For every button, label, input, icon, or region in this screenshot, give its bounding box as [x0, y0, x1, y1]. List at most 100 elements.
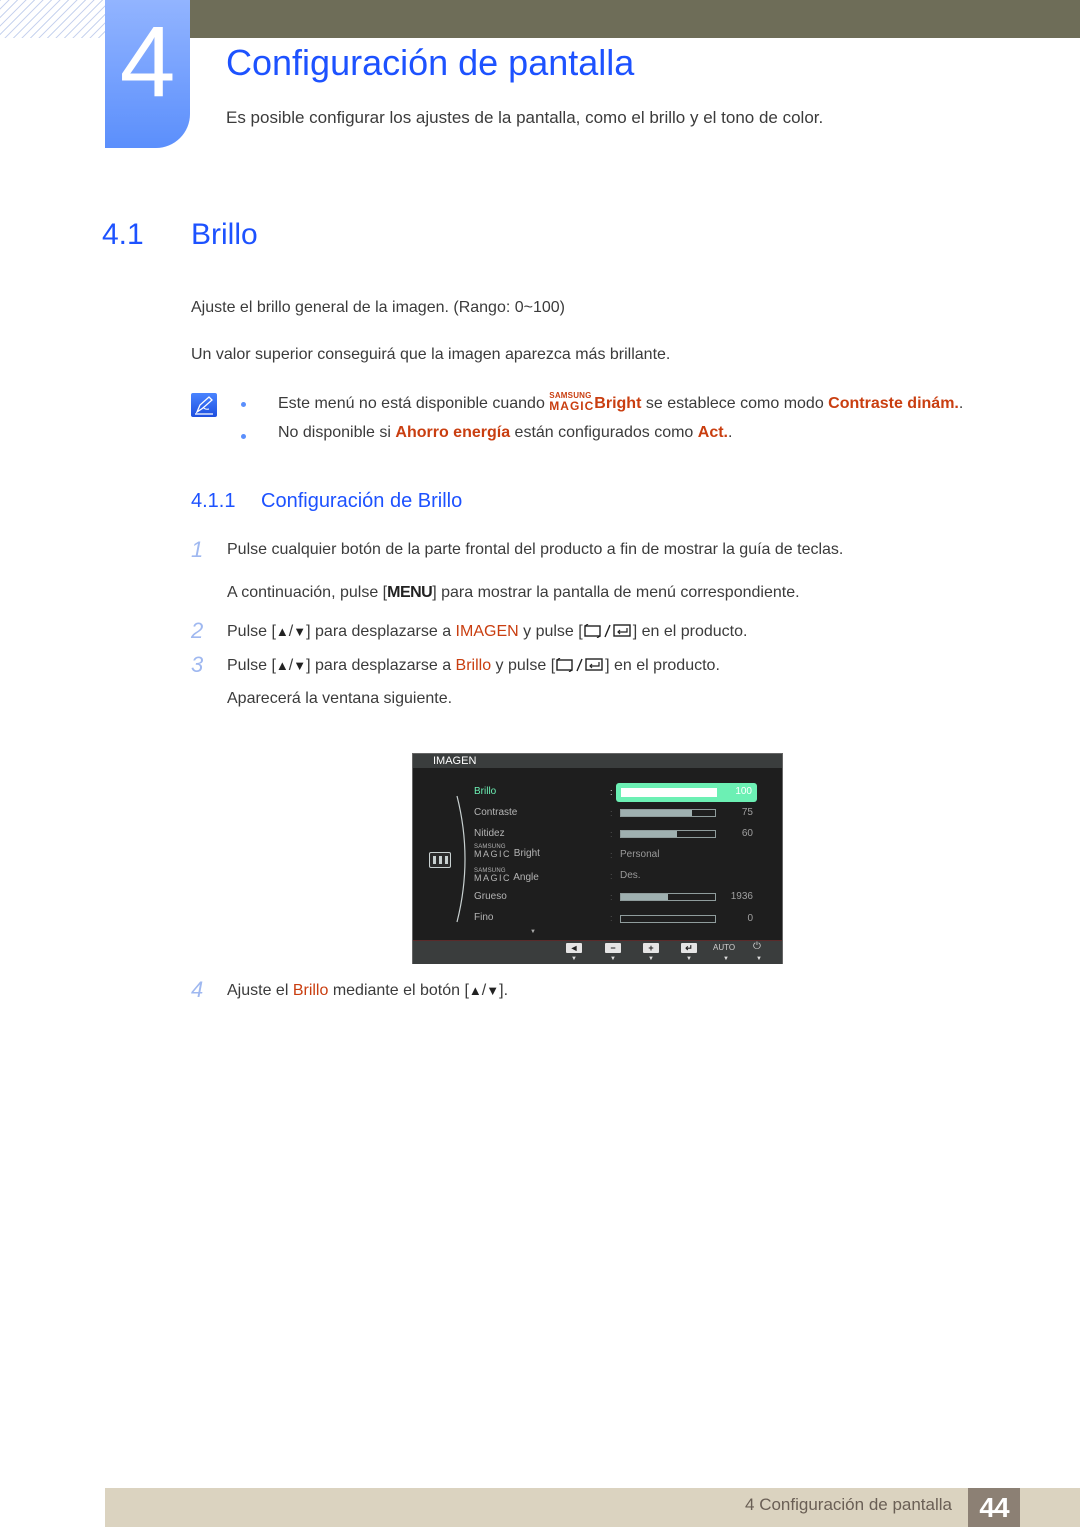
down-arrow-icon: ▼	[293, 658, 307, 673]
chapter-number-block: 4	[105, 0, 190, 148]
text: Ajuste el	[227, 982, 293, 999]
osd-colon: :	[610, 850, 613, 860]
pencil-note-icon	[191, 393, 217, 417]
bar-fill	[621, 831, 678, 837]
footer-chapter-label: 4 Configuración de pantalla	[745, 1495, 952, 1514]
osd-bar-grueso[interactable]	[620, 893, 716, 901]
section-title: Brillo	[191, 218, 258, 251]
picture-menu-icon	[429, 852, 451, 868]
text: y pulse [	[491, 657, 556, 674]
osd-item-magic-bright[interactable]: SAMSUNG MAGIC Bright	[474, 844, 540, 859]
osd-value: 100	[735, 786, 752, 797]
brillo-term: Brillo	[292, 982, 329, 999]
note-text: No disponible si	[278, 424, 396, 441]
text: ].	[499, 982, 509, 999]
bar-fill	[621, 810, 692, 816]
osd-item-magic-angle[interactable]: SAMSUNG MAGIC Angle	[474, 868, 539, 883]
samsung-magic-logo: SAMSUNG MAGIC	[549, 392, 595, 413]
note-line-1: Este menú no está disponible cuando SAMS…	[278, 392, 963, 413]
osd-item-fino[interactable]: Fino	[474, 912, 493, 923]
samsung-magic-logo: SAMSUNG MAGIC	[474, 868, 511, 883]
step-text: Ajuste el Brillo mediante el botón [▲/▼]…	[227, 982, 508, 1000]
arrow-down-icon: ▼	[571, 956, 577, 962]
note-text: .	[958, 395, 964, 412]
osd-bar-contraste[interactable]	[620, 809, 716, 817]
down-arrow-icon: ▼	[293, 624, 307, 639]
chapter-top-bar	[190, 0, 1080, 38]
osd-value: 60	[741, 828, 753, 839]
section-paragraph: Ajuste el brillo general de la imagen. (…	[191, 299, 566, 316]
osd-item-contraste[interactable]: Contraste	[474, 807, 517, 818]
power-button-icon[interactable]: ⏻	[753, 941, 761, 952]
osd-colon: :	[610, 892, 613, 902]
step-number: 2	[191, 618, 204, 643]
osd-window: IMAGEN 100 Brillo : Contraste : 75 Nitid…	[412, 753, 783, 964]
subsection-number: 4.1.1	[191, 490, 236, 512]
label: Bright	[513, 848, 540, 859]
text: ] para desplazarse a	[306, 623, 456, 640]
ahorro-energia-term: Ahorro energía	[395, 424, 511, 441]
imagen-term: IMAGEN	[455, 623, 519, 640]
osd-value: Personal	[620, 849, 660, 860]
menu-key: MENU	[387, 584, 433, 601]
text: Pulse [	[227, 623, 276, 640]
arrow-down-icon: ▼	[723, 956, 729, 962]
up-arrow-icon: ▲	[468, 983, 482, 998]
osd-value: Des.	[620, 870, 641, 881]
subsection-title: Configuración de Brillo	[261, 490, 463, 512]
magic-bright-term: Bright	[594, 395, 642, 412]
note-text: se establece como modo	[641, 395, 829, 412]
osd-value: 1936	[730, 891, 753, 902]
osd-colon: :	[610, 829, 613, 839]
arrow-down-icon: ▼	[686, 956, 692, 962]
page-number: 44	[968, 1488, 1020, 1527]
chapter-number: 4	[119, 6, 176, 118]
magic-bottom: MAGIC	[474, 873, 512, 883]
note-text: están configurados como	[510, 424, 698, 441]
up-arrow-icon: ▲	[275, 658, 289, 673]
step-text: Aparecerá la ventana siguiente.	[227, 690, 453, 707]
bar-fill	[621, 894, 668, 900]
decorative-hatch	[0, 0, 105, 38]
text: mediante el botón [	[328, 982, 469, 999]
left-button-icon[interactable]: ◄	[566, 943, 582, 953]
step-text: Pulse [▲/▼] para desplazarse a IMAGEN y …	[227, 623, 747, 643]
osd-bar-nitidez[interactable]	[620, 830, 716, 838]
magic-bottom: MAGIC	[549, 399, 595, 413]
text: ] para mostrar la pantalla de menú corre…	[432, 584, 800, 601]
osd-value: 0	[747, 913, 753, 924]
osd-item-brillo[interactable]: Brillo	[474, 786, 496, 797]
magic-bottom: MAGIC	[474, 849, 512, 859]
osd-colon: :	[610, 787, 613, 797]
contraste-dinam-term: Contraste dinám.	[828, 395, 959, 412]
osd-button-bar: ◄ − + ↵ AUTO ⏻ ▼ ▼ ▼ ▼ ▼ ▼	[413, 940, 782, 964]
osd-bar-fino[interactable]	[620, 915, 716, 923]
osd-brillo-highlight[interactable]: 100	[616, 783, 757, 802]
minus-button-icon[interactable]: −	[605, 943, 621, 953]
arrow-down-icon: ▼	[648, 956, 654, 962]
text: A continuación, pulse [	[227, 584, 388, 601]
chapter-title: Configuración de pantalla	[226, 42, 635, 83]
osd-colon: :	[610, 871, 613, 881]
osd-item-nitidez[interactable]: Nitidez	[474, 828, 505, 839]
text: ] en el producto.	[632, 623, 748, 640]
scroll-down-icon[interactable]: ▼	[530, 929, 536, 935]
text: ] para desplazarse a	[306, 657, 456, 674]
bullet-icon	[241, 434, 246, 439]
osd-arc	[456, 795, 466, 923]
step-text: A continuación, pulse [MENU] para mostra…	[227, 584, 800, 602]
text: ] en el producto.	[605, 657, 720, 674]
osd-value: 75	[741, 807, 753, 818]
osd-colon: :	[610, 808, 613, 818]
auto-button[interactable]: AUTO	[713, 943, 735, 952]
text: Pulse [	[227, 657, 276, 674]
osd-item-grueso[interactable]: Grueso	[474, 891, 507, 902]
note-text: Este menú no está disponible cuando	[278, 395, 550, 412]
plus-button-icon[interactable]: +	[643, 943, 659, 953]
osd-title: IMAGEN	[433, 755, 477, 767]
arrow-down-icon: ▼	[610, 956, 616, 962]
enter-button-icon[interactable]: ↵	[681, 943, 697, 953]
brillo-term: Brillo	[455, 657, 492, 674]
up-arrow-icon: ▲	[275, 624, 289, 639]
section-number: 4.1	[102, 218, 144, 251]
